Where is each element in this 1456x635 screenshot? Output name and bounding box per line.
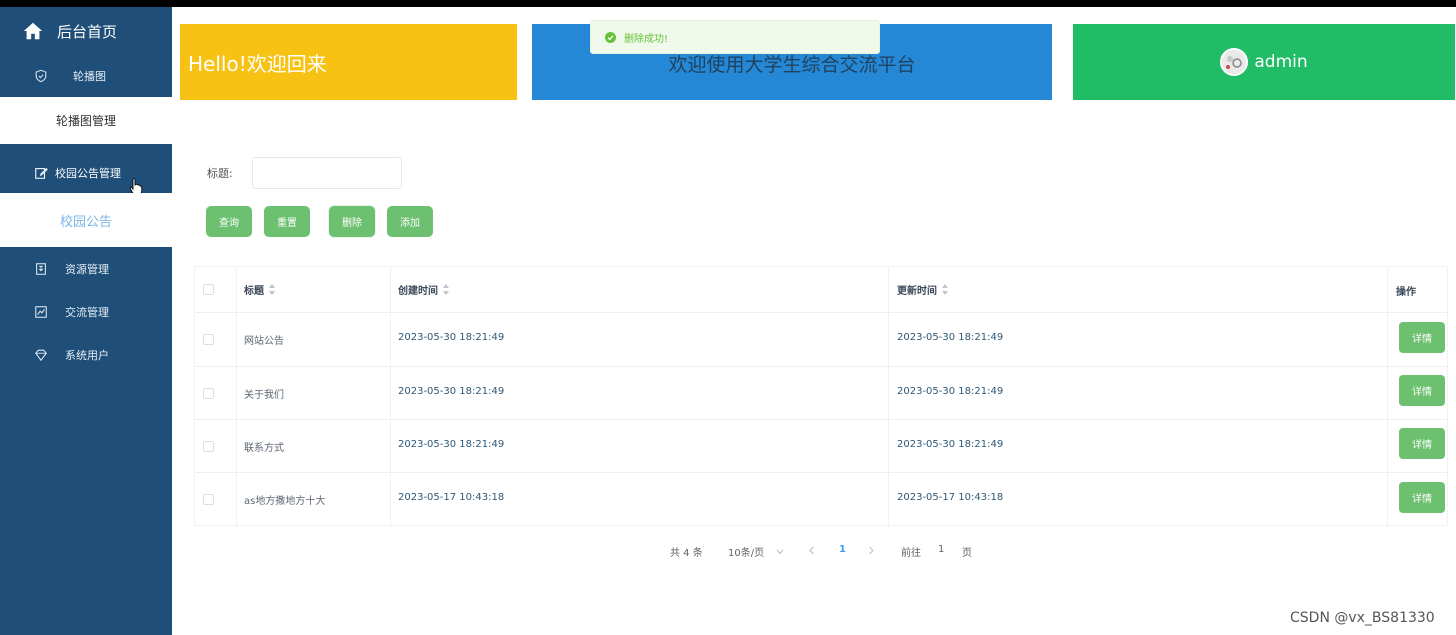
sidebar: 后台首页 轮播图 轮播图管理 校园公告管理 校园公告 资源管理 交流管理 系统用… (0, 7, 172, 635)
sidebar-item-label: 系统用户 (65, 349, 109, 362)
window-top-bar (0, 0, 1456, 7)
sidebar-home[interactable]: 后台首页 (0, 7, 172, 55)
row-created: 2023-05-30 18:21:49 (398, 386, 505, 397)
row-divider (195, 472, 1449, 473)
reset-button[interactable]: 重置 (264, 206, 310, 237)
title-search-label: 标题: (207, 167, 233, 180)
row-checkbox[interactable] (203, 441, 214, 452)
sidebar-item-exchange[interactable]: 交流管理 (0, 291, 172, 333)
row-updated: 2023-05-30 18:21:49 (897, 386, 1004, 397)
sidebar-item-users[interactable]: 系统用户 (0, 334, 172, 376)
toast-message: 删除成功! (624, 33, 669, 45)
welcome-card: Hello!欢迎回来 (180, 24, 517, 100)
next-page-icon[interactable] (868, 546, 875, 555)
diamond-icon (35, 349, 47, 362)
select-all-checkbox[interactable] (203, 284, 214, 295)
header-created-label: 创建时间 (398, 286, 438, 297)
add-button[interactable]: 添加 (387, 206, 433, 237)
avatar[interactable] (1220, 48, 1249, 76)
welcome-text: Hello!欢迎回来 (188, 51, 327, 76)
row-created: 2023-05-17 10:43:18 (398, 492, 505, 503)
sidebar-item-label: 校园公告 (59, 214, 112, 230)
sidebar-item-label: 资源管理 (65, 263, 109, 276)
home-icon (23, 22, 43, 40)
row-checkbox[interactable] (203, 388, 214, 399)
check-circle-icon (605, 31, 616, 43)
sidebar-item-label: 轮播图 (73, 70, 106, 83)
row-title: 关于我们 (244, 390, 284, 401)
header-actions-label: 操作 (1396, 287, 1416, 298)
row-divider (195, 312, 1449, 313)
chevron-down-icon (776, 549, 784, 554)
username: admin (1254, 52, 1308, 72)
column-divider (888, 267, 889, 527)
sidebar-item-carousel[interactable]: 轮播图 (0, 55, 172, 97)
query-button[interactable]: 查询 (206, 206, 252, 237)
goto-label: 前往 (901, 548, 921, 559)
header-updated-label: 更新时间 (897, 286, 937, 297)
resource-icon (36, 263, 46, 275)
row-updated: 2023-05-30 18:21:49 (897, 332, 1004, 343)
row-title: 网站公告 (244, 336, 284, 347)
success-toast: 删除成功! (590, 20, 880, 54)
watermark: CSDN @vx_BS81330 (1290, 610, 1435, 626)
row-created: 2023-05-30 18:21:49 (398, 332, 505, 343)
column-divider (1387, 267, 1388, 527)
row-updated: 2023-05-30 18:21:49 (897, 439, 1004, 450)
sidebar-item-notice-manage[interactable]: 校园公告管理 (0, 152, 172, 194)
sidebar-item-notice[interactable]: 校园公告 (0, 193, 172, 247)
row-divider (195, 366, 1449, 367)
sort-icon[interactable] (269, 284, 276, 295)
sidebar-item-resources[interactable]: 资源管理 (0, 248, 172, 290)
row-title: 联系方式 (244, 443, 284, 454)
row-checkbox[interactable] (203, 334, 214, 345)
detail-button[interactable]: 详情 (1399, 322, 1445, 353)
delete-button[interactable]: 删除 (329, 206, 375, 237)
sidebar-item-label: 交流管理 (65, 306, 109, 319)
edit-icon (35, 167, 48, 179)
row-created: 2023-05-30 18:21:49 (398, 439, 505, 450)
header-title-label: 标题 (244, 286, 264, 297)
page-suffix: 页 (962, 548, 972, 559)
detail-button[interactable]: 详情 (1399, 482, 1445, 513)
column-divider (390, 267, 391, 527)
header-actions: 操作 (1396, 283, 1416, 298)
pagination-total: 共 4 条 (670, 548, 703, 559)
row-updated: 2023-05-17 10:43:18 (897, 492, 1004, 503)
prev-page-icon[interactable] (808, 546, 815, 555)
shield-icon (35, 69, 47, 83)
goto-page-input[interactable]: 1 (938, 544, 944, 555)
detail-button[interactable]: 详情 (1399, 428, 1445, 459)
row-divider (195, 419, 1449, 420)
sidebar-home-label: 后台首页 (57, 22, 118, 41)
page-size-value: 10条/页 (728, 548, 765, 559)
row-title: as地方撒地方十大 (244, 496, 326, 507)
row-checkbox[interactable] (203, 494, 214, 505)
sort-icon[interactable] (443, 284, 450, 295)
title-search-input[interactable] (252, 157, 402, 189)
sort-icon[interactable] (942, 284, 949, 295)
user-card: admin (1073, 24, 1455, 100)
sidebar-item-carousel-manage[interactable]: 轮播图管理 (0, 97, 172, 144)
header-title[interactable]: 标题 (244, 282, 276, 297)
page-size-select[interactable]: 10条/页 (728, 544, 784, 559)
sidebar-item-label: 校园公告管理 (55, 167, 121, 180)
detail-button[interactable]: 详情 (1399, 375, 1445, 406)
chart-icon (35, 306, 47, 318)
header-created[interactable]: 创建时间 (398, 282, 450, 297)
header-updated[interactable]: 更新时间 (897, 282, 949, 297)
sidebar-item-label: 轮播图管理 (55, 114, 116, 128)
column-divider (236, 267, 237, 527)
current-page[interactable]: 1 (839, 544, 846, 555)
notice-table: 标题 创建时间 更新时间 操作 网站公告 2023-05-30 18:21:49… (194, 266, 1449, 527)
avatar-image-icon (1222, 50, 1247, 74)
